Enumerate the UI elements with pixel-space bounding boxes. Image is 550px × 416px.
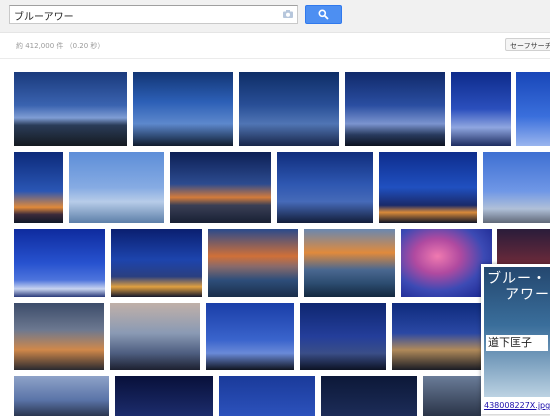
book-author: 道下匡子 [486,335,548,351]
image-result[interactable] [304,229,395,297]
image-result[interactable] [208,229,298,297]
search-icon [318,9,329,20]
image-preview-card[interactable]: ブルー・ アワー 道下匡子 438008227X.jpg [481,264,550,414]
image-result[interactable] [392,303,482,370]
image-result[interactable] [451,72,511,146]
result-stats: 約 412,000 件 （0.20 秒） [16,42,105,50]
image-filename-link[interactable]: 438008227X.jpg [484,401,550,410]
search-header: ブルーアワー [0,0,550,33]
image-result[interactable] [516,72,550,146]
image-result[interactable] [423,376,481,416]
image-result[interactable] [321,376,417,416]
divider [0,58,550,59]
image-result[interactable] [14,72,127,146]
image-result[interactable] [379,152,477,223]
book-title: ブルー・ アワー [487,271,550,303]
image-result[interactable] [483,152,550,223]
image-result[interactable] [14,303,104,370]
image-result[interactable] [14,229,105,297]
image-result[interactable] [239,72,339,146]
camera-icon[interactable] [283,10,293,18]
book-cover-image[interactable]: ブルー・ アワー 道下匡子 [484,267,550,397]
image-result[interactable] [401,229,492,297]
image-result[interactable] [170,152,271,223]
image-result[interactable] [14,152,63,223]
image-result[interactable] [206,303,294,370]
image-result[interactable] [219,376,315,416]
search-input[interactable]: ブルーアワー [14,8,74,23]
image-result[interactable] [111,229,202,297]
image-result[interactable] [300,303,386,370]
search-button[interactable] [305,5,342,24]
image-result[interactable] [277,152,373,223]
image-result[interactable] [110,303,200,370]
image-result[interactable] [14,376,109,416]
search-field[interactable]: ブルーアワー [9,5,298,24]
image-result[interactable] [115,376,213,416]
safesearch-button[interactable]: セーフサーチ [505,38,550,51]
image-result[interactable] [345,72,445,146]
image-result[interactable] [133,72,233,146]
image-result[interactable] [69,152,164,223]
